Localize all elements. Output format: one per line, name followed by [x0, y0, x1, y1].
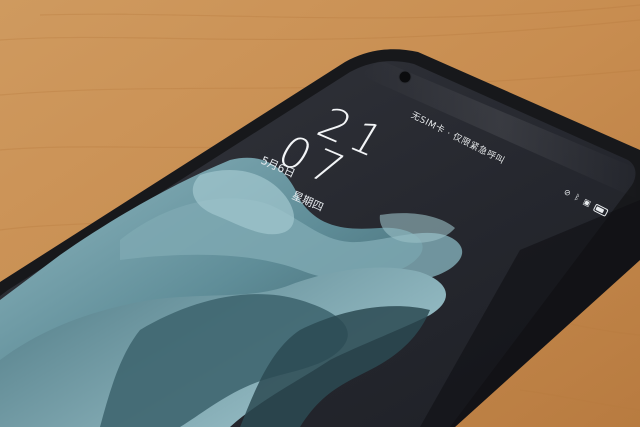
front-camera — [398, 70, 412, 84]
photo-scene — [0, 0, 640, 427]
